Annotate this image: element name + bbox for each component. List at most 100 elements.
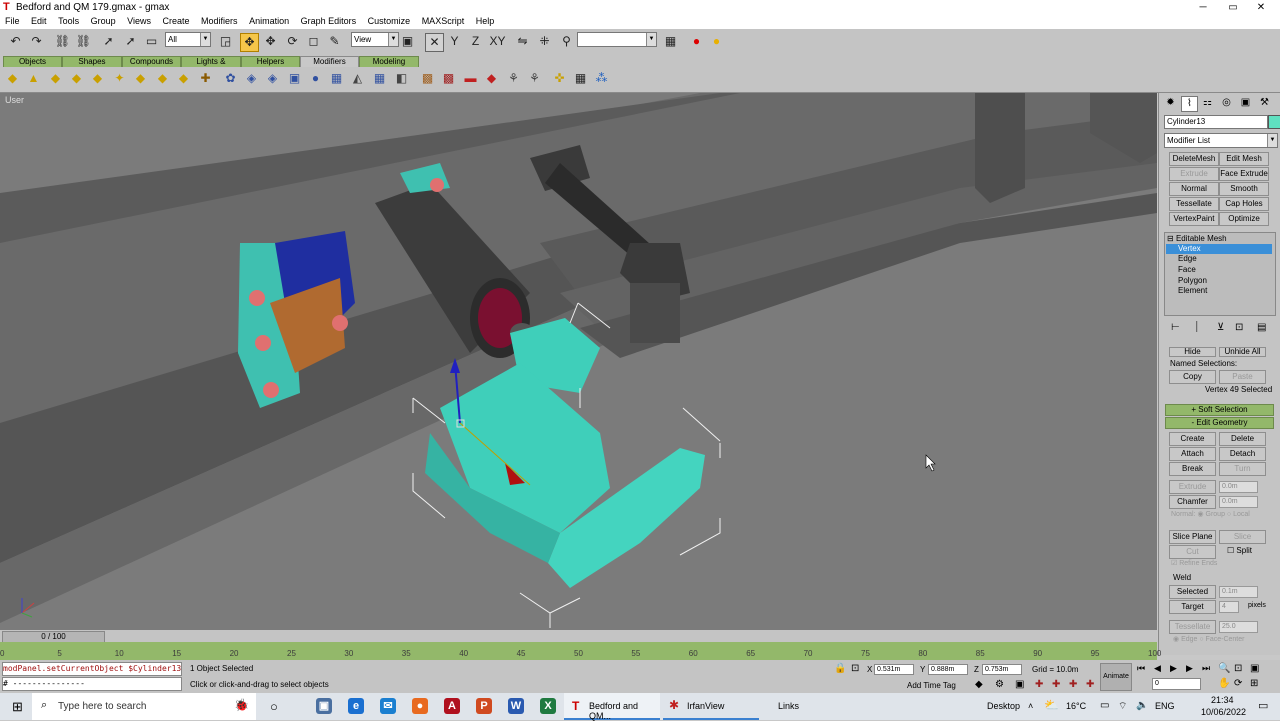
extrude-modifier-button[interactable]: Extrude	[1169, 167, 1219, 181]
tessellate-modifier-button[interactable]: Tessellate	[1169, 197, 1219, 211]
redo-icon[interactable]: ↷	[28, 33, 45, 50]
language-indicator[interactable]: ENG	[1155, 701, 1175, 711]
rect-selection-icon[interactable]: ▭	[143, 33, 160, 50]
zoom-all-icon[interactable]: ✚	[1069, 679, 1077, 690]
zoom-icon[interactable]: 🔍	[1218, 663, 1230, 674]
field-of-view-icon[interactable]: ✚	[1086, 679, 1094, 690]
material-editor-icon[interactable]: ▦	[662, 33, 679, 50]
clock-date[interactable]: 10/06/2022	[1201, 707, 1246, 717]
break-button[interactable]: Break	[1169, 462, 1216, 476]
show-end-result-icon[interactable]: ⏐	[1194, 322, 1200, 333]
mesh-select-icon[interactable]: ◈	[244, 71, 259, 86]
stack-item-element[interactable]: Element	[1178, 286, 1207, 295]
xy-plane-constraint-icon[interactable]: XY	[489, 33, 506, 50]
menu-maxscript[interactable]: MAXScript	[417, 15, 469, 26]
align-icon[interactable]: ⚲	[558, 33, 575, 50]
menu-help[interactable]: Help	[471, 15, 499, 26]
ffd-modifier-icon[interactable]: ◆	[155, 71, 170, 86]
min-max-toggle-icon[interactable]: ▣	[1250, 663, 1259, 674]
weld-target-button[interactable]: Target	[1169, 600, 1216, 614]
modifier-list-dropdown[interactable]: Modifier List ▼	[1164, 133, 1278, 148]
lattice-modifier-icon[interactable]: ◆	[176, 71, 191, 86]
turn-button[interactable]: Turn	[1219, 462, 1266, 476]
word-icon[interactable]: W	[508, 698, 524, 714]
absolute-mode-icon[interactable]: ⊡	[851, 663, 859, 674]
pin-stack-icon[interactable]: ⊢	[1171, 322, 1180, 333]
create-panel-icon[interactable]: ✹	[1163, 96, 1178, 110]
color-palette-icon[interactable]: ⁂	[594, 71, 609, 86]
copy-button[interactable]: Copy	[1169, 370, 1216, 384]
track-bar[interactable]: 0 5 10 15 20 25 30 35 40 45 50 55 60 65 70 75 80 85 90 95 10…	[0, 642, 1161, 660]
menu-tools[interactable]: Tools	[53, 15, 83, 26]
close-button[interactable]: ✕	[1238, 0, 1280, 15]
taskbar-search-box[interactable]: ⌕ Type here to search 🐞	[32, 693, 256, 720]
store-icon[interactable]: ▣	[316, 698, 332, 714]
excel-icon[interactable]: X	[540, 698, 556, 714]
lock-selection-icon[interactable]: 🔒	[834, 663, 846, 674]
display-panel-icon[interactable]: ▣	[1238, 96, 1253, 110]
utilities-panel-icon[interactable]: ⚒	[1257, 96, 1272, 110]
tessellate-tension-field[interactable]: 25.0	[1219, 621, 1258, 633]
slice-plane-button[interactable]: Slice Plane	[1169, 530, 1216, 544]
select-manipulate-icon[interactable]: ✎	[326, 33, 343, 50]
volume-icon[interactable]: 🔈	[1136, 700, 1148, 711]
notifications-icon[interactable]: ▭	[1258, 699, 1268, 712]
squeeze-modifier-icon[interactable]: ✦	[112, 71, 127, 86]
zoom-extents-icon[interactable]: ✚	[1052, 679, 1060, 690]
delete-button[interactable]: Delete	[1219, 432, 1266, 446]
extrude-amount-field[interactable]: 0.0m	[1219, 481, 1258, 493]
powerpoint-icon[interactable]: P	[476, 698, 492, 714]
texture-icon[interactable]: ▩	[420, 71, 435, 86]
maxscript-listener-output[interactable]: modPanel.setCurrentObject $Cylinder13.	[2, 662, 182, 676]
taskbar-app-irfanview[interactable]: ✱ IrfanView	[663, 693, 759, 720]
edge-browser-icon[interactable]: e	[348, 698, 364, 714]
stretch-modifier-icon[interactable]: ◆	[90, 71, 105, 86]
select-rotate-icon[interactable]: ⟳	[284, 33, 301, 50]
named-selection-dropdown[interactable]: ▼	[577, 32, 657, 47]
mirror-icon[interactable]: ⇋	[514, 33, 531, 50]
wifi-icon[interactable]: ⌔	[1118, 700, 1127, 713]
poly-select-icon[interactable]: ◈	[265, 71, 280, 86]
taskbar-app-gmax[interactable]: T Bedford and QM...	[564, 693, 660, 721]
soft-selection-rollout[interactable]: + Soft Selection	[1165, 404, 1274, 416]
refine-ends-checkbox[interactable]: ☑ Refine Ends	[1171, 559, 1217, 567]
twist-modifier-icon[interactable]: ◆	[48, 71, 63, 86]
menu-animation[interactable]: Animation	[244, 15, 293, 26]
edit-mesh-button[interactable]: Edit Mesh	[1219, 152, 1269, 166]
goto-start-icon[interactable]: ⏮	[1137, 663, 1145, 674]
menu-file[interactable]: File	[0, 15, 24, 26]
acrobat-icon[interactable]: A	[444, 698, 460, 714]
clock-time[interactable]: 21:34	[1211, 695, 1234, 705]
hierarchy-panel-icon[interactable]: ⚏	[1200, 96, 1215, 110]
smooth-modifier-button[interactable]: Smooth	[1219, 182, 1269, 196]
y-axis-constraint-icon[interactable]: Y	[446, 33, 463, 50]
prev-frame-icon[interactable]: ◀	[1154, 663, 1161, 674]
cut-button[interactable]: Cut	[1169, 545, 1216, 559]
user-viewport[interactable]: User	[0, 93, 1157, 630]
create-button[interactable]: Create	[1169, 432, 1216, 446]
split-checkbox[interactable]: ☐ Split	[1227, 546, 1252, 555]
stack-item-face[interactable]: Face	[1178, 265, 1196, 274]
unwrap-icon[interactable]: ⚘	[506, 71, 521, 86]
x-coordinate-field[interactable]: 0.531m	[874, 664, 914, 675]
vertex-paint-button[interactable]: VertexPaint	[1169, 212, 1219, 226]
next-frame-icon[interactable]: ▶	[1186, 663, 1193, 674]
detach-button[interactable]: Detach	[1219, 447, 1266, 461]
zoom-all-viewports-icon[interactable]: ⊡	[1234, 663, 1242, 674]
menu-edit[interactable]: Edit	[26, 15, 51, 26]
network-icon[interactable]: ▭	[1100, 700, 1109, 711]
links-toolbar[interactable]: Links	[778, 701, 799, 711]
add-time-tag-button[interactable]: Add Time Tag	[907, 681, 956, 690]
edit-geometry-rollout[interactable]: - Edit Geometry	[1165, 417, 1274, 429]
sphere-icon[interactable]: ●	[308, 71, 323, 86]
paste-button[interactable]: Paste	[1219, 370, 1266, 384]
firefox-icon[interactable]: ●	[412, 698, 428, 714]
make-unique-icon[interactable]: ⊻	[1217, 322, 1224, 333]
play-icon[interactable]: ▶	[1170, 663, 1177, 674]
menu-customize[interactable]: Customize	[363, 15, 415, 26]
unlink-icon[interactable]: ⛓	[75, 33, 92, 50]
selection-filter-dropdown[interactable]: All ▼	[165, 32, 211, 47]
select-move-icon[interactable]: ✥	[240, 33, 259, 52]
pan-icon[interactable]: ✋	[1218, 678, 1230, 689]
percent-snap-icon[interactable]: ▣	[1015, 679, 1024, 690]
